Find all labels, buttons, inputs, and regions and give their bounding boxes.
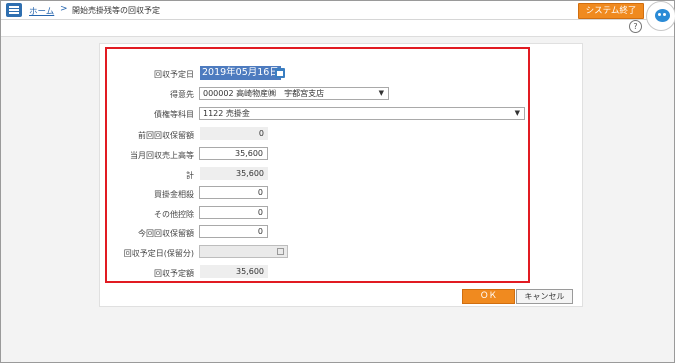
calendar-icon bbox=[277, 248, 284, 255]
chevron-down-icon: ▼ bbox=[514, 109, 520, 117]
menu-icon[interactable] bbox=[6, 3, 22, 17]
other-deduction-input[interactable]: 0 bbox=[199, 206, 268, 219]
calendar-icon[interactable] bbox=[275, 68, 285, 78]
current-retained-label: 今回回収保留額 bbox=[138, 229, 194, 238]
account-select[interactable]: 1122 売掛金 ▼ bbox=[199, 107, 525, 120]
customer-label: 得意先 bbox=[170, 90, 194, 99]
chevron-down-icon: ▼ bbox=[378, 89, 384, 97]
payable-offset-input[interactable]: 0 bbox=[199, 186, 268, 199]
account-label: 債権等科目 bbox=[154, 110, 194, 119]
collection-amount-label: 回収予定額 bbox=[154, 269, 194, 278]
prev-retained-value: 0 bbox=[200, 127, 268, 140]
page-title: 開始売掛残等の回収予定 bbox=[72, 6, 160, 15]
top-bar: ホーム > 開始売掛残等の回収予定 システム終了 bbox=[1, 1, 674, 20]
help-icon[interactable]: ? bbox=[629, 20, 642, 33]
current-sales-input[interactable]: 35,600 bbox=[199, 147, 268, 160]
current-sales-label: 当月回収売上高等 bbox=[130, 151, 194, 160]
collection-amount-value: 35,600 bbox=[200, 265, 268, 278]
current-retained-input[interactable]: 0 bbox=[199, 225, 268, 238]
payable-offset-label: 買掛金相殺 bbox=[154, 190, 194, 199]
customer-select[interactable]: 000002 高崎物産㈱ 宇都宮支店 ▼ bbox=[199, 87, 389, 100]
total-label: 計 bbox=[186, 171, 194, 180]
sub-toolbar bbox=[1, 20, 674, 37]
account-value: 1122 売掛金 bbox=[203, 109, 250, 118]
collection-date-input[interactable]: 2019年05月16日 bbox=[200, 66, 281, 80]
breadcrumb-separator: > bbox=[60, 4, 68, 14]
system-exit-button[interactable]: システム終了 bbox=[578, 3, 644, 19]
prev-retained-label: 前回回収保留額 bbox=[138, 131, 194, 140]
cancel-button[interactable]: キャンセル bbox=[516, 289, 573, 304]
customer-value: 000002 高崎物産㈱ 宇都宮支店 bbox=[203, 89, 325, 98]
retained-date-label: 回収予定日(保留分) bbox=[123, 249, 194, 258]
other-deduction-label: その他控除 bbox=[154, 210, 194, 219]
collection-date-label: 回収予定日 bbox=[154, 70, 194, 79]
retained-date-input bbox=[199, 245, 288, 258]
ok-button[interactable]: ＯＫ bbox=[462, 289, 515, 304]
total-value: 35,600 bbox=[200, 167, 268, 180]
mascot-icon[interactable] bbox=[646, 1, 675, 31]
breadcrumb-home[interactable]: ホーム bbox=[29, 5, 54, 17]
